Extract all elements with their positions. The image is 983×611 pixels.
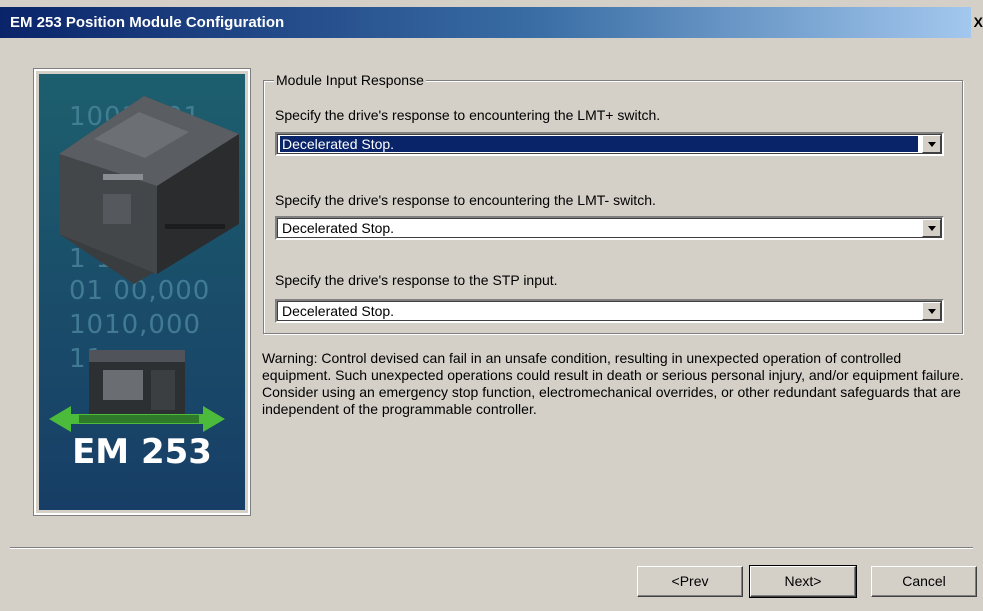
lmt-plus-prompt: Specify the drive's response to encounte…	[275, 107, 661, 123]
close-icon[interactable]: X	[971, 7, 983, 38]
stp-prompt: Specify the drive's response to the STP …	[275, 272, 558, 288]
chevron-down-icon[interactable]	[922, 302, 941, 320]
next-button[interactable]: Next>	[749, 565, 857, 598]
side-image-panel: 1001 101 1 101 01 00,000 1010,000 11 EM …	[33, 68, 251, 516]
lmt-plus-response-value: Decelerated Stop.	[279, 135, 919, 153]
stp-response-value: Decelerated Stop.	[282, 303, 395, 319]
lmt-minus-response-select[interactable]: Decelerated Stop.	[275, 216, 944, 240]
safety-warning-text: Warning: Control devised can fail in an …	[262, 350, 964, 417]
group-legend: Module Input Response	[274, 72, 426, 88]
prev-button[interactable]: <Prev	[637, 566, 743, 597]
lmt-plus-response-select[interactable]: Decelerated Stop.	[275, 132, 944, 156]
footer-separator	[10, 547, 973, 549]
chevron-down-icon[interactable]	[922, 219, 941, 237]
cancel-button[interactable]: Cancel	[871, 566, 977, 597]
product-label: EM 253	[72, 432, 212, 472]
stp-response-select[interactable]: Decelerated Stop.	[275, 299, 944, 323]
window-title: EM 253 Position Module Configuration	[10, 14, 285, 31]
lmt-minus-response-value: Decelerated Stop.	[282, 220, 395, 236]
chevron-down-icon[interactable]	[922, 135, 941, 153]
lmt-minus-prompt: Specify the drive's response to encounte…	[275, 192, 656, 208]
product-illustration: 1001 101 1 101 01 00,000 1010,000 11 EM …	[39, 74, 245, 510]
title-bar: EM 253 Position Module Configuration X	[0, 7, 983, 38]
